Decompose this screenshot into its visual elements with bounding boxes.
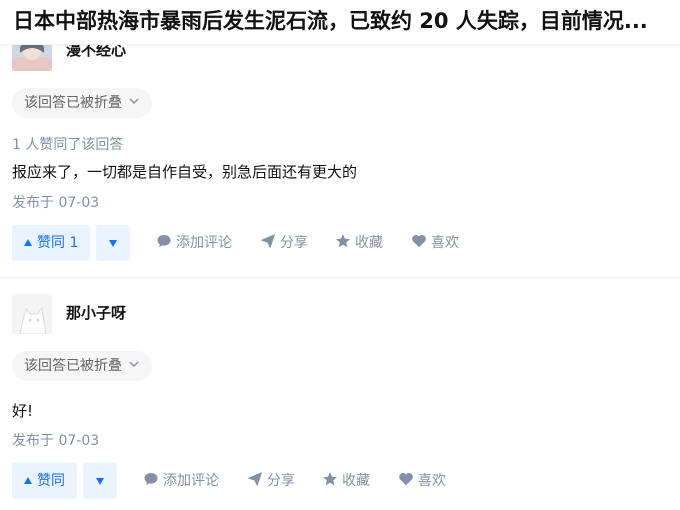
collapsed-label: 该回答已被折叠 [24, 358, 122, 374]
like-label: 喜欢 [431, 235, 459, 251]
answer-content: 报应来了，一切都是自作自受，别急后面还有更大的 [12, 163, 358, 181]
triangle-down-icon [109, 240, 117, 247]
question-title[interactable]: 日本中部热海市暴雨后发生泥石流，已致约 20 人失踪，目前情况... [13, 6, 680, 36]
share-label: 分享 [280, 235, 308, 251]
share-button[interactable]: 分享 [260, 225, 308, 261]
collect-label: 收藏 [355, 235, 383, 251]
comment-button[interactable]: 添加评论 [156, 225, 232, 261]
vote-down-button[interactable] [96, 225, 130, 261]
answer-actions: 赞同 1 添加评论 分享 收藏 喜欢 [12, 225, 672, 261]
comment-label: 添加评论 [176, 235, 232, 251]
collapsed-notice-button[interactable]: 该回答已被折叠 [12, 88, 152, 118]
collect-button[interactable]: 收藏 [335, 225, 383, 261]
heart-icon [412, 234, 426, 248]
star-icon [323, 472, 337, 486]
speech-bubble-icon [144, 473, 158, 485]
collapsed-label: 该回答已被折叠 [24, 95, 122, 111]
comment-label: 添加评论 [163, 473, 219, 489]
question-title-bar: 日本中部热海市暴雨后发生泥石流，已致约 20 人失踪，目前情况... [0, 0, 680, 45]
publish-time: 发布于 07-03 [12, 433, 100, 449]
chevron-down-icon [128, 88, 140, 118]
like-button[interactable]: 喜欢 [398, 463, 446, 499]
answer-content: 好! [12, 402, 34, 420]
paper-plane-icon [248, 472, 262, 486]
triangle-up-icon [24, 239, 32, 246]
collapsed-notice-button[interactable]: 该回答已被折叠 [12, 351, 152, 381]
answer-actions: 赞同 添加评论 分享 收藏 喜欢 [12, 463, 672, 499]
author-name[interactable]: 那小子呀 [66, 302, 126, 324]
star-icon [336, 234, 350, 248]
vote-up-label: 赞同 1 [37, 235, 79, 251]
share-button[interactable]: 分享 [247, 463, 295, 499]
comment-button[interactable]: 添加评论 [143, 463, 219, 499]
triangle-down-icon [96, 478, 104, 485]
collect-button[interactable]: 收藏 [322, 463, 370, 499]
divider [0, 277, 680, 278]
avatar[interactable] [12, 294, 52, 334]
vote-up-button[interactable]: 赞同 [12, 463, 77, 499]
like-label: 喜欢 [418, 473, 446, 489]
share-label: 分享 [267, 473, 295, 489]
collect-label: 收藏 [342, 473, 370, 489]
vote-down-button[interactable] [83, 463, 117, 499]
vote-up-label: 赞同 [37, 473, 65, 489]
zhihu-answer-page: 漫不经心 该回答已被折叠 1 人赞同了该回答 报应来了，一切都是自作自受，别急后… [0, 0, 680, 510]
speech-bubble-icon [157, 235, 171, 247]
heart-icon [399, 472, 413, 486]
vote-up-button[interactable]: 赞同 1 [12, 225, 91, 261]
paper-plane-icon [261, 234, 275, 248]
likers-count: 1 人赞同了该回答 [12, 137, 124, 153]
like-button[interactable]: 喜欢 [411, 225, 459, 261]
triangle-up-icon [24, 477, 32, 484]
chevron-down-icon [128, 351, 140, 381]
publish-time: 发布于 07-03 [12, 195, 100, 211]
author-info: 那小子呀 [12, 294, 612, 334]
